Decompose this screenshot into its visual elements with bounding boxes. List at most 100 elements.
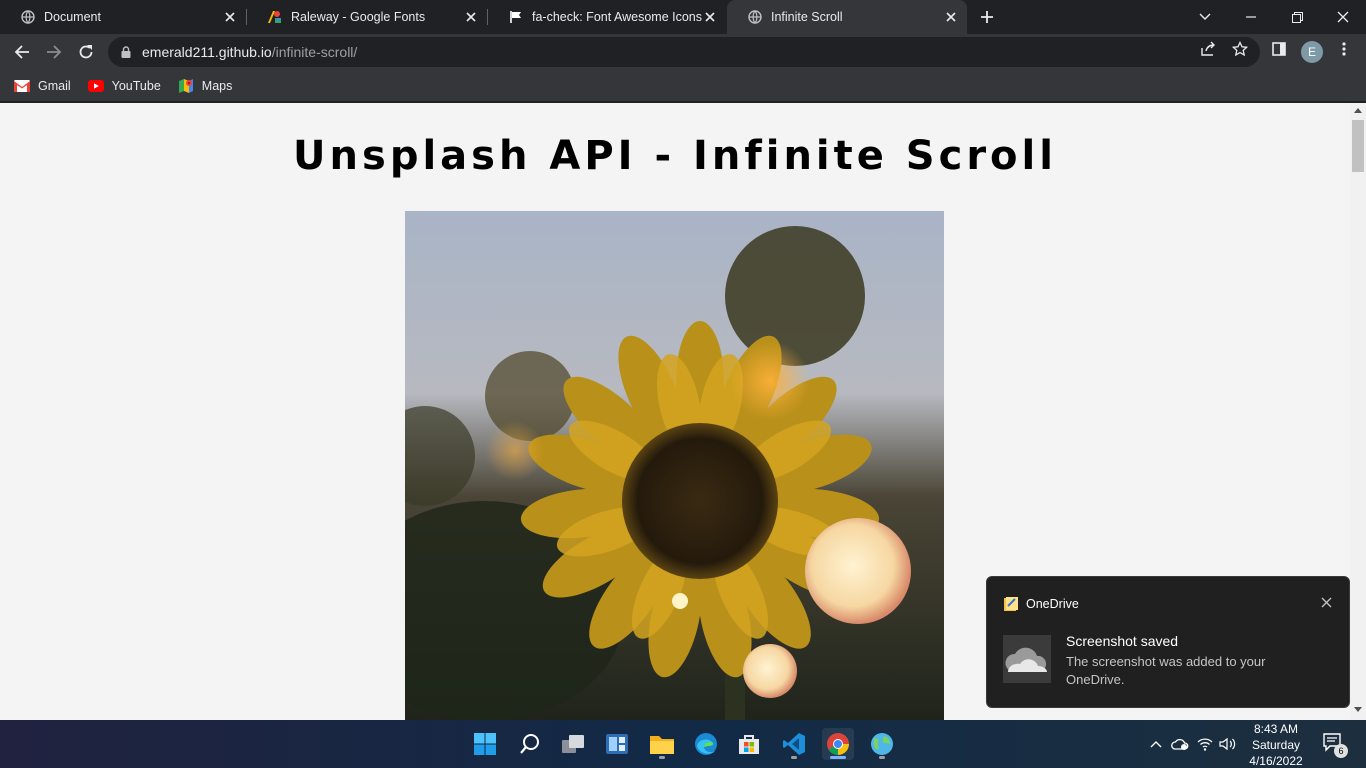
volume-icon[interactable] [1218,734,1238,754]
file-explorer-button[interactable] [646,728,678,760]
windows-taskbar: 8:43 AM Saturday 4/16/2022 6 [0,720,1366,768]
sunflower-photo[interactable] [405,211,944,720]
reload-icon [79,45,93,59]
tab-title: Raleway - Google Fonts [291,10,426,24]
chevron-down-icon [1199,13,1211,20]
bookmark-youtube[interactable]: YouTube [87,78,161,94]
edge-button[interactable] [690,728,722,760]
youtube-icon [87,78,104,94]
page-scrollbar[interactable] [1350,103,1366,720]
search-button[interactable] [514,728,546,760]
page-title: Unsplash API - Infinite Scroll [293,133,1057,179]
notification-center-button[interactable]: 6 [1322,732,1348,758]
flag-icon [508,9,524,25]
running-indicator [830,756,846,759]
address-bar[interactable]: emerald211.github.io/infinite-scroll/ [108,37,1260,67]
onedrive-tray-icon[interactable] [1170,734,1190,754]
tab-document[interactable]: Document [0,0,246,34]
close-icon [1337,11,1349,23]
store-button[interactable] [733,728,765,760]
edge-icon [695,733,717,755]
bookmark-label: Maps [201,78,233,93]
minimize-icon [1246,16,1256,18]
new-tab-button[interactable] [975,5,999,29]
vscode-icon [783,733,805,755]
store-icon [739,735,759,754]
scroll-up-arrow[interactable] [1354,108,1362,113]
gmail-icon [14,78,30,94]
search-icon [520,734,539,754]
close-tab-icon[interactable] [702,9,718,25]
tab-fa-check[interactable]: fa-check: Font Awesome Icons [488,0,726,34]
vscode-button[interactable] [778,728,810,760]
cloud-icon [1003,635,1051,683]
reload-button[interactable] [72,38,100,66]
tab-search-button[interactable] [1182,0,1228,34]
back-button[interactable] [8,38,36,66]
onedrive-notification[interactable]: OneDrive Screenshot saved The screenshot… [986,576,1350,708]
url-path: /infinite-scroll/ [271,44,358,60]
bookmark-label: YouTube [111,78,161,93]
chevron-up-icon [1150,741,1162,748]
scroll-down-arrow[interactable] [1354,707,1362,712]
restore-icon [1291,11,1303,23]
close-tab-icon[interactable] [463,9,479,25]
toast-app-name: OneDrive [1026,597,1079,611]
minimize-button[interactable] [1228,0,1274,34]
tab-raleway-google-fonts[interactable]: Raleway - Google Fonts [247,0,487,34]
plus-icon [981,11,993,23]
maps-app-button[interactable] [866,728,898,760]
notification-count-badge: 6 [1334,744,1348,758]
url-host: emerald211.github.io [142,44,272,60]
widgets-button[interactable] [601,728,633,760]
chrome-button[interactable] [822,728,854,760]
url-text: emerald211.github.io/infinite-scroll/ [142,44,357,60]
close-tab-icon[interactable] [222,9,238,25]
tab-strip: Document Raleway - Google Fonts fa-check… [0,0,1366,34]
restore-button[interactable] [1274,0,1320,34]
bookmark-star-icon[interactable] [1231,40,1249,58]
running-indicator [791,756,797,759]
clock-date: 4/16/2022 [1249,754,1303,768]
task-view-button[interactable] [557,728,589,760]
widgets-icon [606,734,628,754]
chrome-icon [827,733,849,755]
lock-icon[interactable] [118,46,134,58]
arrow-left-icon [14,45,29,59]
globe-icon [747,9,763,25]
toast-app-header: OneDrive [1003,596,1079,612]
scrollbar-thumb[interactable] [1352,120,1364,172]
close-icon[interactable] [1319,595,1333,609]
windows-logo-icon [474,733,496,755]
tab-title: fa-check: Font Awesome Icons [532,10,702,24]
bookmark-gmail[interactable]: Gmail [14,78,71,94]
profile-avatar[interactable]: E [1301,41,1323,63]
task-view-icon [562,735,584,753]
close-window-button[interactable] [1320,0,1366,34]
globe-icon [20,9,36,25]
maps-icon [178,78,194,94]
menu-kebab-icon[interactable] [1335,40,1353,58]
bookmark-label: Gmail [38,78,71,93]
start-button[interactable] [469,728,501,760]
tab-infinite-scroll[interactable]: Infinite Scroll [727,0,967,34]
clock-day: Saturday [1251,738,1301,752]
clock-time: 8:43 AM [1253,722,1299,736]
folder-icon [650,736,674,754]
browser-toolbar: emerald211.github.io/infinite-scroll/ E [0,34,1366,70]
tab-title: Infinite Scroll [771,10,843,24]
globe-app-icon [871,733,893,755]
running-indicator [879,756,885,759]
forward-button[interactable] [40,38,68,66]
system-clock[interactable]: 8:43 AM Saturday 4/16/2022 [1240,720,1312,768]
show-hidden-icons-button[interactable] [1146,734,1166,754]
toast-message: The screenshot was added to your OneDriv… [1066,654,1266,687]
bookmarks-bar: Gmail YouTube Maps [0,70,1366,102]
close-tab-icon[interactable] [943,9,959,25]
onedrive-app-icon [1003,596,1019,612]
share-icon[interactable] [1199,40,1217,58]
bookmark-maps[interactable]: Maps [178,78,233,94]
wifi-icon[interactable] [1195,734,1215,754]
arrow-right-icon [47,45,62,59]
side-panel-icon[interactable] [1270,40,1288,58]
